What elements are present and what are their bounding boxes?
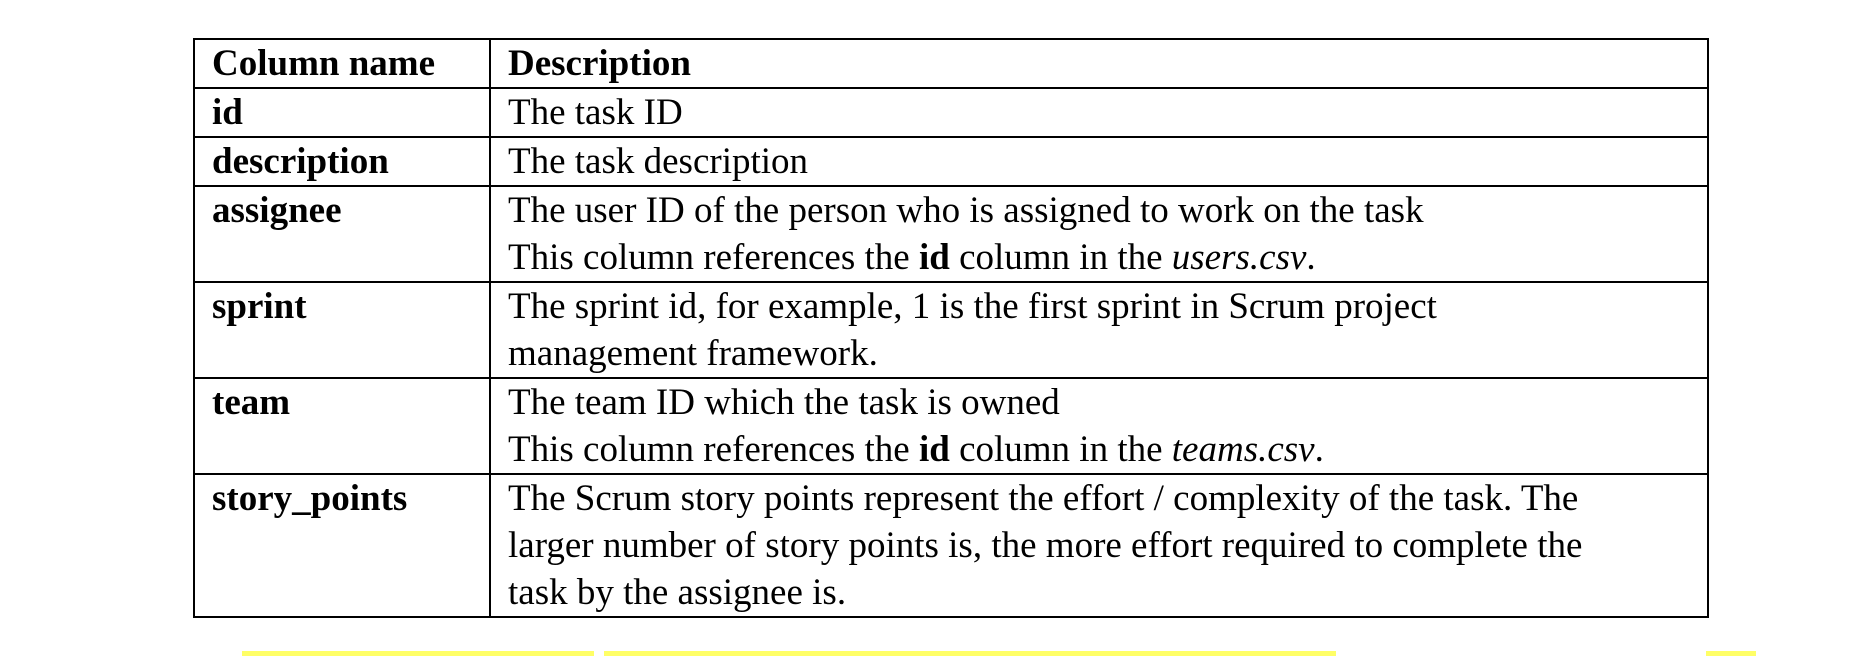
table-row: assignee The user ID of the person who is… [193, 185, 1709, 283]
description-text: The sprint id, for example, 1 is the fir… [508, 286, 1437, 327]
table-header-row: Column name Description [193, 38, 1709, 89]
description-cell: The user ID of the person who is assigne… [489, 185, 1709, 283]
column-name-cell: team [193, 377, 491, 475]
description-line: larger number of story points is, the mo… [508, 522, 1699, 569]
table-body: id The task ID description The task descrip… [193, 87, 1709, 618]
description-text: This column references the [508, 429, 919, 470]
description-text: The Scrum story points represent the eff… [508, 478, 1579, 519]
description-text: The team ID which the task is owned [508, 382, 1060, 423]
table-row: team The team ID which the task is owned T… [193, 377, 1709, 475]
description-line: The user ID of the person who is assigne… [508, 187, 1699, 234]
description-line: task by the assignee is. [508, 569, 1699, 616]
description-text: . [1314, 429, 1324, 470]
column-reference: id [918, 429, 950, 470]
column-name-cell: id [193, 87, 491, 138]
description-text: management framework. [508, 333, 878, 374]
description-text: This column references the [508, 237, 919, 278]
description-cell: The task description [489, 136, 1709, 187]
description-line: The Scrum story points represent the eff… [508, 475, 1699, 522]
header-description: Description [489, 38, 1709, 89]
column-reference: id [918, 237, 950, 278]
description-line: The task description [508, 138, 1699, 185]
description-cell: The task ID [489, 87, 1709, 138]
column-name-cell: sprint [193, 281, 491, 379]
description-line: This column references the id column in … [508, 234, 1699, 281]
description-text: The task description [508, 141, 809, 182]
column-name-cell: description [193, 136, 491, 187]
description-text: . [1306, 237, 1316, 278]
description-text: The user ID of the person who is assigne… [508, 190, 1424, 231]
table-row: story_points The Scrum story points repre… [193, 473, 1709, 618]
description-line: The sprint id, for example, 1 is the fir… [508, 283, 1699, 330]
description-text: column in the [949, 429, 1172, 470]
description-cell: The Scrum story points represent the eff… [489, 473, 1709, 618]
highlight-mark [604, 651, 1336, 656]
description-line: The task ID [508, 89, 1699, 136]
column-name-cell: assignee [193, 185, 491, 283]
description-line: management framework. [508, 330, 1699, 377]
table-row: id The task ID [193, 87, 1709, 138]
description-text: larger number of story points is, the mo… [508, 525, 1583, 566]
description-text: column in the [949, 237, 1172, 278]
column-description-table: Column name Description id The task ID des… [193, 38, 1709, 618]
description-line: This column references the id column in … [508, 426, 1699, 473]
description-text: The task ID [508, 92, 683, 133]
column-name-cell: story_points [193, 473, 491, 618]
description-text: task by the assignee is. [508, 572, 847, 613]
table-row: description The task description [193, 136, 1709, 187]
description-cell: The team ID which the task is owned This … [489, 377, 1709, 475]
header-column-name: Column name [193, 38, 491, 89]
highlight-mark [242, 651, 594, 656]
description-cell: The sprint id, for example, 1 is the fir… [489, 281, 1709, 379]
table-row: sprint The sprint id, for example, 1 is t… [193, 281, 1709, 379]
description-line: The team ID which the task is owned [508, 379, 1699, 426]
file-reference: teams.csv [1171, 429, 1315, 470]
highlight-mark [1706, 651, 1756, 656]
file-reference: users.csv [1171, 237, 1307, 278]
